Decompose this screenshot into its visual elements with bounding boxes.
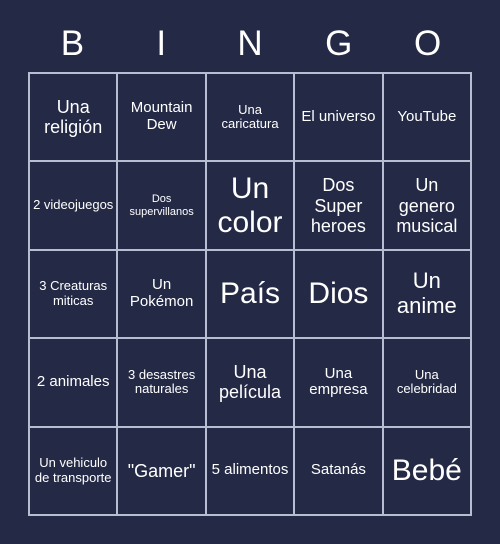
bingo-grid-row: 3 Creaturas miticas Un Pokémon País Dios… xyxy=(30,250,473,340)
bingo-cell-label: Bebé xyxy=(391,453,462,487)
bingo-grid-row: Una religión Mountain Dew Una caricatura… xyxy=(30,74,473,163)
bingo-cell[interactable]: YouTube xyxy=(383,74,473,163)
bingo-cell-label: 3 Creaturas miticas xyxy=(39,278,108,308)
bingo-cell-label: Una religión xyxy=(44,97,103,138)
bingo-header-letter-i: I xyxy=(156,23,167,63)
bingo-cell-label: Un vehiculo de transporte xyxy=(34,455,112,485)
bingo-cell[interactable]: 3 Creaturas miticas xyxy=(30,250,119,340)
bingo-cell[interactable]: Una celebridad xyxy=(383,339,473,428)
bingo-header-letter-o: O xyxy=(413,23,442,63)
bingo-cell[interactable]: Un vehiculo de transporte xyxy=(30,427,119,516)
bingo-cell[interactable]: 3 desastres naturales xyxy=(118,339,207,428)
bingo-cell-label: Un genero musical xyxy=(396,175,458,236)
bingo-grid-row: 2 animales 3 desastres naturales Una pel… xyxy=(30,339,473,428)
bingo-header-letter-g: G xyxy=(325,23,353,63)
bingo-cell-label: "Gamer" xyxy=(127,460,196,481)
bingo-cell-label: Un anime xyxy=(396,268,457,318)
bingo-header-row: B I N G O xyxy=(28,14,472,72)
bingo-cell[interactable]: 2 videojuegos xyxy=(30,162,119,251)
bingo-cell-label: Dos supervillanos xyxy=(129,193,194,218)
bingo-cell[interactable]: Una película xyxy=(206,339,296,428)
bingo-cell[interactable]: País xyxy=(206,250,296,340)
bingo-cell[interactable]: Dios xyxy=(295,250,384,340)
bingo-cell-label: Un color xyxy=(217,171,283,239)
bingo-cell[interactable]: 5 alimentos xyxy=(206,427,296,516)
bingo-cell-label: Una empresa xyxy=(309,364,368,399)
bingo-card: B I N G O Una religión Mountain Dew Una … xyxy=(28,14,473,516)
bingo-cell-label: El universo xyxy=(301,107,376,125)
bingo-grid-row: Un vehiculo de transporte "Gamer" 5 alim… xyxy=(30,427,473,516)
bingo-cell-label: YouTube xyxy=(397,107,457,125)
bingo-cell[interactable]: Un Pokémon xyxy=(118,250,207,340)
bingo-cell-label: 5 alimentos xyxy=(211,461,289,479)
bingo-cell-label: Un Pokémon xyxy=(129,276,194,310)
bingo-cell-label: 2 videojuegos xyxy=(33,197,114,213)
bingo-cell-label: Una celebridad xyxy=(396,366,457,397)
bingo-cell[interactable]: 2 animales xyxy=(30,339,119,428)
bingo-cell[interactable]: Dos supervillanos xyxy=(118,162,207,251)
bingo-cell-label: 3 desastres naturales xyxy=(128,366,196,397)
bingo-grid: Una religión Mountain Dew Una caricatura… xyxy=(28,72,473,516)
bingo-grid-row: 2 videojuegos Dos supervillanos Un color… xyxy=(30,162,473,251)
bingo-cell[interactable]: "Gamer" xyxy=(118,427,207,516)
bingo-cell[interactable]: Satanás xyxy=(295,427,384,516)
bingo-cell-label: Satanás xyxy=(310,461,366,479)
bingo-cell-label: País xyxy=(220,277,281,311)
bingo-cell-label: Una película xyxy=(218,362,282,403)
bingo-cell[interactable]: Un anime xyxy=(383,250,473,340)
bingo-cell[interactable]: Bebé xyxy=(383,427,473,516)
bingo-header-letter-n: N xyxy=(237,23,263,63)
bingo-cell-label: Dios xyxy=(308,277,369,311)
bingo-cell[interactable]: Una religión xyxy=(30,74,119,163)
bingo-cell[interactable]: Mountain Dew xyxy=(118,74,207,163)
bingo-cell[interactable]: Dos Super heroes xyxy=(295,162,384,251)
bingo-cell-label: Una caricatura xyxy=(221,101,279,132)
bingo-cell-label: Mountain Dew xyxy=(130,99,193,134)
bingo-cell[interactable]: Una empresa xyxy=(295,339,384,428)
bingo-cell[interactable]: Una caricatura xyxy=(206,74,296,163)
bingo-cell-label: 2 animales xyxy=(36,372,110,390)
bingo-header-letter-b: B xyxy=(60,23,85,63)
bingo-cell[interactable]: Un color xyxy=(206,162,296,251)
bingo-cell-label: Dos Super heroes xyxy=(310,175,366,236)
bingo-cell[interactable]: El universo xyxy=(295,74,384,163)
bingo-cell[interactable]: Un genero musical xyxy=(383,162,473,251)
